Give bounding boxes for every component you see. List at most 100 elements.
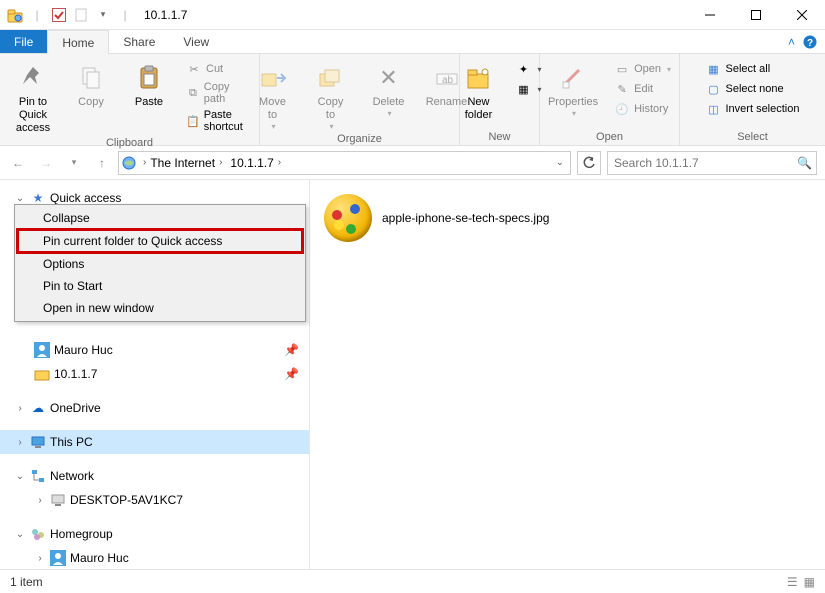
select-all-icon: ▦ — [706, 61, 722, 77]
select-all-button[interactable]: ▦Select all — [702, 60, 804, 78]
chevron-right-icon[interactable]: › — [34, 495, 46, 506]
chevron-down-icon[interactable]: ⌄ — [14, 529, 26, 540]
sidebar-item-label: DESKTOP-5AV1KC7 — [70, 493, 183, 507]
group-label-clipboard: Clipboard — [8, 137, 251, 151]
address-dropdown-icon[interactable]: ⌄ — [556, 157, 570, 168]
delete-button[interactable]: ✕ Delete▾ — [364, 58, 414, 120]
chevron-right-icon[interactable]: › — [14, 403, 26, 414]
sidebar-item-mauro[interactable]: Mauro Huc 📌 — [0, 338, 309, 362]
cut-button[interactable]: ✂Cut — [182, 60, 251, 78]
list-item[interactable]: apple-iphone-se-tech-specs.jpg — [324, 194, 811, 242]
copy-button[interactable]: Copy — [66, 58, 116, 111]
ctx-pin-start[interactable]: Pin to Start — [17, 275, 303, 297]
computer-icon — [50, 492, 66, 508]
tab-home[interactable]: Home — [47, 30, 109, 54]
status-bar: 1 item ☰ ▦ — [0, 569, 825, 593]
sidebar-item-label: OneDrive — [50, 401, 101, 415]
breadcrumb-leaf[interactable]: 10.1.1.7› — [226, 152, 285, 174]
chevron-right-icon[interactable]: › — [34, 553, 46, 564]
sidebar-item-homegroup-user[interactable]: › Mauro Huc — [0, 546, 309, 569]
chevron-down-icon[interactable]: ⌄ — [14, 471, 26, 482]
search-input[interactable] — [612, 155, 797, 171]
open-button[interactable]: ▭Open▾ — [610, 60, 675, 78]
checkbox-icon[interactable] — [50, 6, 68, 24]
sidebar-item-onedrive[interactable]: › ☁ OneDrive — [0, 396, 309, 420]
history-button[interactable]: 🕘History — [610, 100, 675, 118]
scissors-icon: ✂ — [186, 61, 202, 77]
group-label-new: New — [468, 131, 531, 145]
tab-share[interactable]: Share — [109, 30, 169, 53]
qat-dropdown-icon[interactable]: ▾ — [94, 6, 112, 24]
qat-separator: | — [116, 6, 134, 24]
select-none-icon: ▢ — [706, 81, 722, 97]
sidebar-item-this-pc[interactable]: › This PC — [0, 430, 309, 454]
network-icon — [30, 468, 46, 484]
ribbon-tabs: File Home Share View ˄ ? — [0, 30, 825, 54]
new-item-icon: ✦ — [516, 61, 532, 77]
window-title: 10.1.1.7 — [144, 8, 187, 22]
close-button[interactable] — [779, 0, 825, 30]
address-bar[interactable]: ›The Internet› 10.1.1.7› ⌄ — [118, 151, 571, 175]
user-icon — [50, 550, 66, 566]
sidebar-item-desktop-pc[interactable]: › DESKTOP-5AV1KC7 — [0, 488, 309, 512]
back-button[interactable]: ← — [8, 153, 28, 173]
pin-icon: 📌 — [284, 343, 299, 357]
ctx-collapse[interactable]: Collapse — [17, 207, 303, 229]
folder-icon — [34, 366, 50, 382]
delete-icon: ✕ — [373, 62, 405, 94]
sidebar-item-label: Homegroup — [50, 527, 113, 541]
sidebar-item-network[interactable]: ⌄ Network — [0, 464, 309, 488]
search-icon: 🔍 — [797, 156, 812, 170]
copy-path-icon: ⧉ — [186, 85, 200, 101]
location-icon — [119, 155, 139, 171]
sidebar-item-homegroup[interactable]: ⌄ Homegroup — [0, 522, 309, 546]
forward-button[interactable]: → — [36, 153, 56, 173]
user-icon — [34, 342, 50, 358]
paste-button[interactable]: Paste — [124, 58, 174, 111]
edit-button[interactable]: ✎Edit — [610, 80, 675, 98]
recent-locations-button[interactable]: ▾ — [64, 153, 84, 173]
copy-to-button[interactable]: Copy to▾ — [306, 58, 356, 133]
context-menu: Collapse Pin current folder to Quick acc… — [14, 204, 306, 322]
details-view-button[interactable]: ☰ — [787, 575, 798, 589]
status-item-count: 1 item — [10, 575, 43, 589]
sidebar-item-ip[interactable]: 10.1.1.7 📌 — [0, 362, 309, 386]
ctx-options[interactable]: Options — [17, 253, 303, 275]
edit-icon: ✎ — [614, 81, 630, 97]
quick-access-toolbar: | ▾ | — [0, 6, 134, 24]
up-button[interactable]: ↑ — [92, 153, 112, 173]
search-box[interactable]: 🔍 — [607, 151, 817, 175]
move-to-icon — [257, 62, 289, 94]
chevron-down-icon[interactable]: ⌄ — [14, 193, 26, 204]
breadcrumb-root[interactable]: ›The Internet› — [139, 152, 226, 174]
properties-button[interactable]: Properties▾ — [544, 58, 602, 120]
paste-icon — [133, 62, 165, 94]
titlebar: | ▾ | 10.1.1.7 — [0, 0, 825, 30]
rename-button[interactable]: ab Rename — [422, 58, 472, 111]
large-icons-view-button[interactable]: ▦ — [804, 575, 815, 589]
ctx-pin-folder[interactable]: Pin current folder to Quick access — [16, 228, 304, 254]
paste-shortcut-button[interactable]: 📋Paste shortcut — [182, 108, 251, 134]
tab-view[interactable]: View — [169, 30, 223, 53]
tab-file[interactable]: File — [0, 30, 47, 53]
select-none-button[interactable]: ▢Select none — [702, 80, 804, 98]
svg-text:?: ? — [807, 38, 813, 49]
copy-path-button[interactable]: ⧉Copy path — [182, 80, 251, 106]
document-icon[interactable] — [72, 6, 90, 24]
help-icon[interactable]: ? — [803, 35, 817, 49]
ctx-open-new-window[interactable]: Open in new window — [17, 297, 303, 319]
ribbon-collapse-icon[interactable]: ˄ — [788, 35, 795, 49]
sidebar-item-label: 10.1.1.7 — [54, 367, 97, 381]
sidebar-item-label: Mauro Huc — [54, 343, 113, 357]
file-name: apple-iphone-se-tech-specs.jpg — [382, 211, 549, 225]
pin-to-quick-access-button[interactable]: Pin to Quick access — [8, 58, 58, 137]
invert-selection-button[interactable]: ◫Invert selection — [702, 100, 804, 118]
refresh-button[interactable] — [577, 151, 601, 175]
content-area[interactable]: apple-iphone-se-tech-specs.jpg — [310, 180, 825, 569]
explorer-icon — [6, 6, 24, 24]
move-to-button[interactable]: Move to▾ — [248, 58, 298, 133]
window-controls — [687, 0, 825, 30]
chevron-right-icon[interactable]: › — [14, 437, 26, 448]
maximize-button[interactable] — [733, 0, 779, 30]
minimize-button[interactable] — [687, 0, 733, 30]
